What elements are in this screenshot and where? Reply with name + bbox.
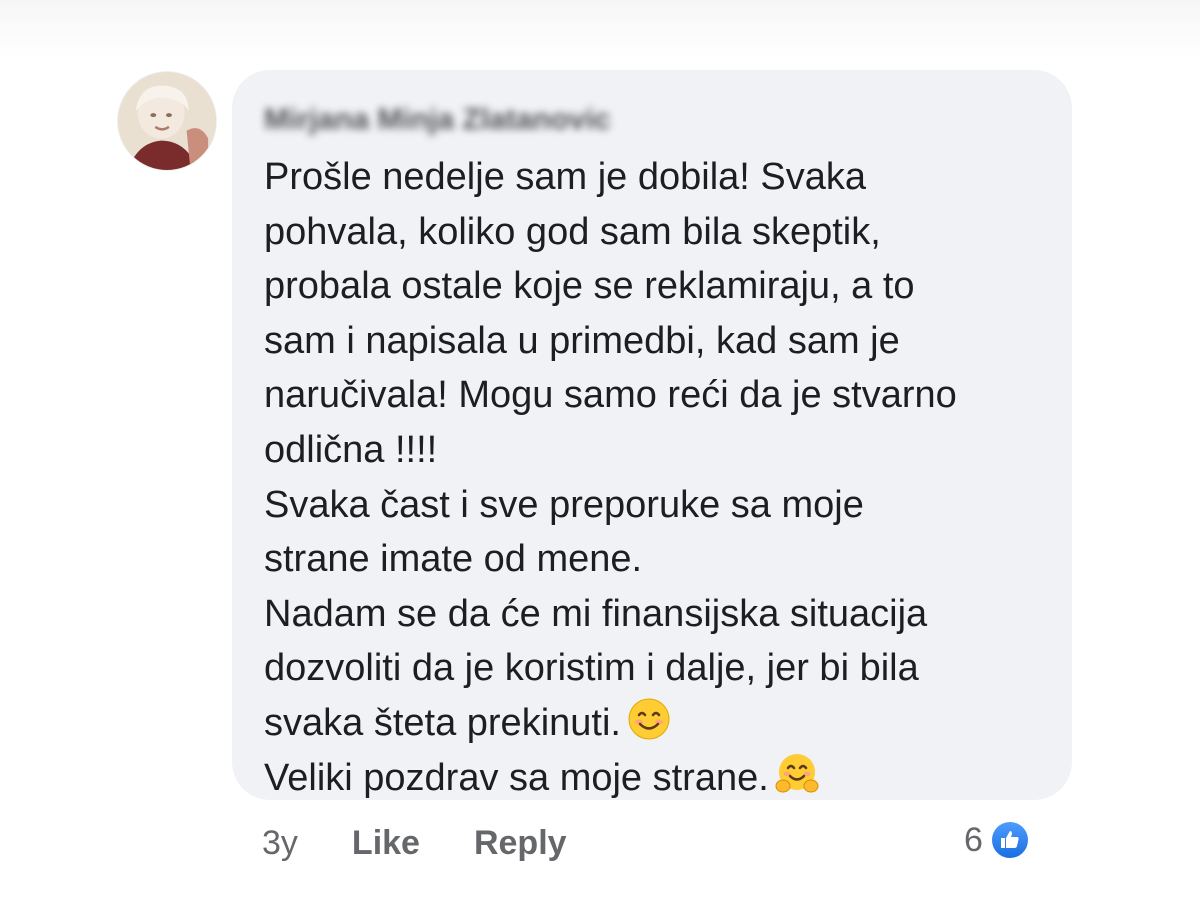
avatar-photo-icon (118, 72, 216, 170)
comment-actions: 3y Like Reply (262, 820, 567, 866)
thumbs-up-icon (988, 819, 1031, 861)
like-button[interactable]: Like (352, 824, 420, 863)
reaction-summary[interactable]: 6 (964, 816, 1031, 864)
comment-text-tail: Veliki pozdrav sa moje strane. (264, 756, 769, 799)
reply-button[interactable]: Reply (474, 824, 567, 863)
hugging-face-icon (775, 752, 819, 796)
comment-body: Prošle nedelje sam je dobila! Svaka pohv… (264, 150, 1042, 805)
comment-author[interactable]: Mirjana Minja Zlatanovic (264, 98, 1042, 142)
comment-text: Prošle nedelje sam je dobila! Svaka pohv… (264, 156, 957, 744)
top-fade (0, 0, 1200, 60)
avatar[interactable] (118, 72, 216, 170)
comment-bubble: Mirjana Minja Zlatanovic Prošle nedelje … (232, 70, 1072, 800)
comment-screen: Mirjana Minja Zlatanovic Prošle nedelje … (0, 0, 1200, 900)
smiling-face-icon (627, 697, 671, 741)
reaction-count: 6 (964, 820, 983, 859)
comment-timestamp[interactable]: 3y (262, 824, 298, 863)
